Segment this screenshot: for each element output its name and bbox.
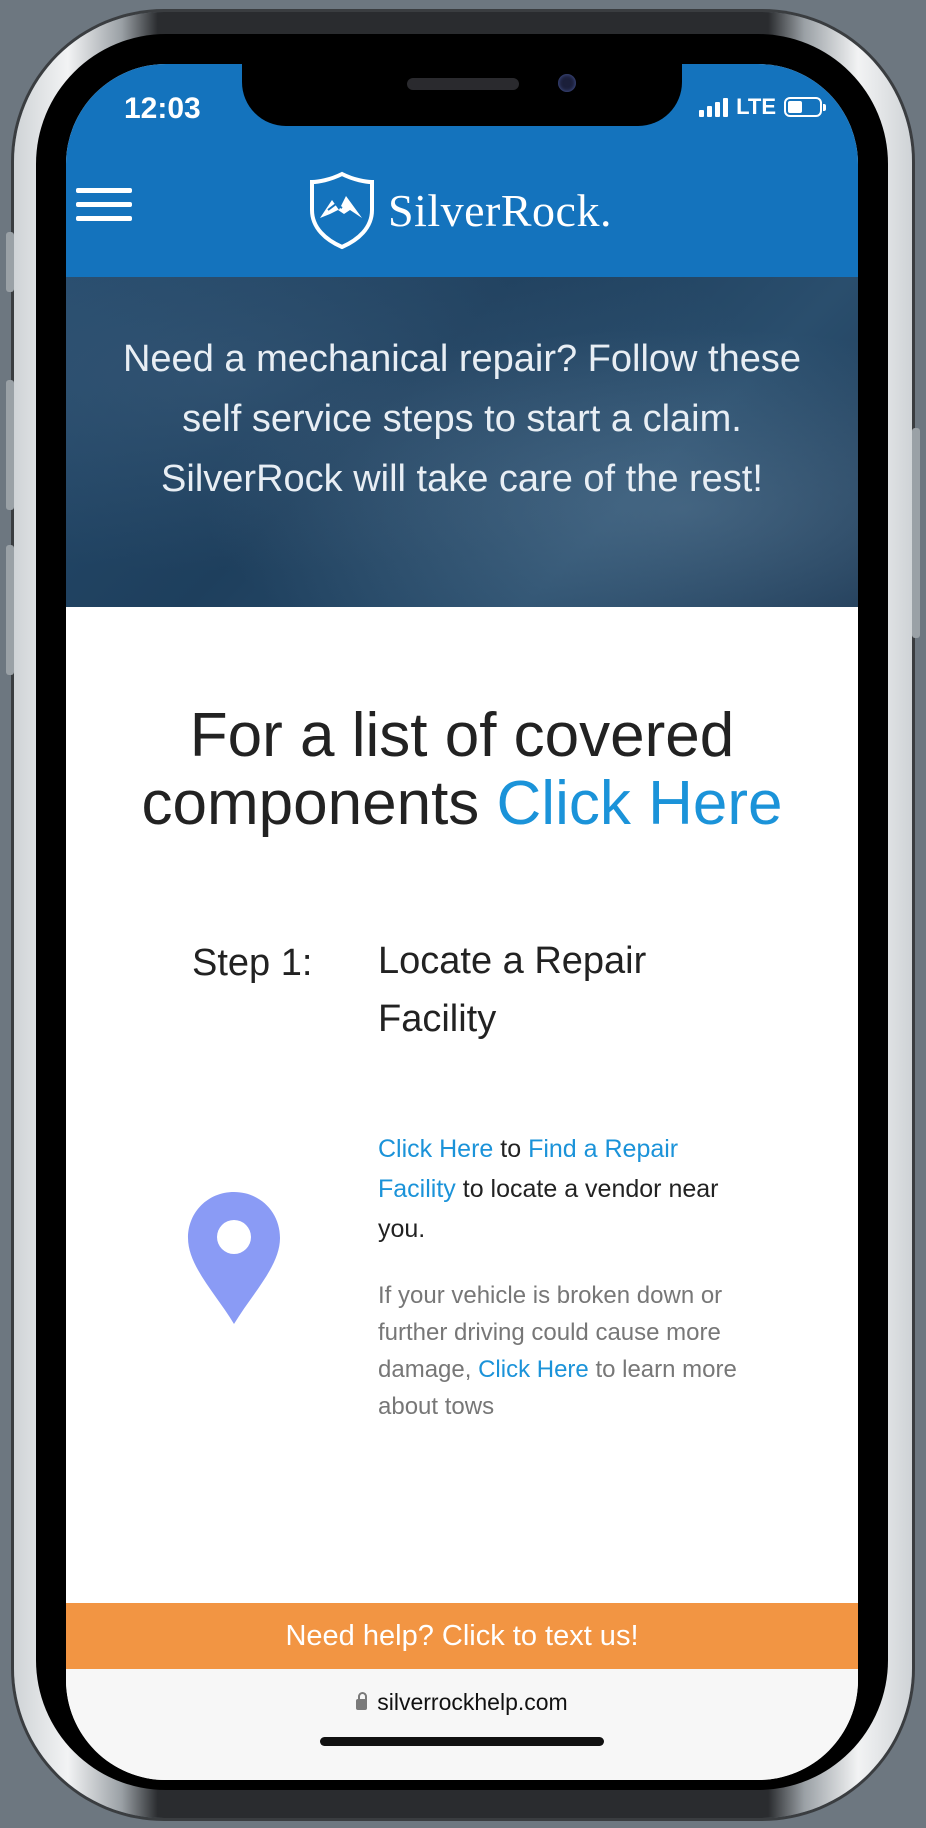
browser-address-bar[interactable]: silverrockhelp.com (66, 1669, 858, 1780)
hero-banner: Need a mechanical repair? Follow these s… (66, 277, 858, 607)
network-label: LTE (736, 94, 776, 119)
main-content: For a list of covered components Click H… (66, 607, 858, 1667)
status-time: 12:03 (124, 92, 201, 125)
tow-note: If your vehicle is broken down or furthe… (378, 1277, 748, 1425)
camera-notch (242, 64, 682, 126)
desc-connector: to (500, 1135, 522, 1163)
battery-icon (784, 97, 826, 117)
covered-components-heading: For a list of covered components Click H… (106, 702, 818, 838)
home-indicator[interactable] (320, 1737, 604, 1746)
hero-text: Need a mechanical repair? Follow these s… (122, 338, 802, 500)
volume-up-button (6, 380, 14, 510)
brand-logo[interactable]: SilverRock. (306, 170, 612, 250)
text-help-button[interactable]: Need help? Click to text us! (66, 1603, 858, 1669)
signal-icon (699, 97, 729, 117)
mute-switch (6, 232, 14, 292)
mountain-shield-icon (310, 171, 374, 250)
step-1-label: Step 1: (192, 942, 313, 984)
speaker-grille (407, 78, 519, 90)
volume-down-button (6, 545, 14, 675)
brand-name: SilverRock. (388, 184, 612, 236)
covered-components-link[interactable]: Click Here (497, 769, 783, 838)
tow-click-here-link[interactable]: Click Here (478, 1356, 589, 1383)
location-pin-icon (188, 1192, 280, 1324)
step-1-description: Click Here to Find a Repair Facility to … (378, 1129, 748, 1249)
lock-icon (356, 1692, 368, 1710)
hamburger-menu-icon[interactable] (76, 188, 132, 232)
url-display[interactable]: silverrockhelp.com (66, 1689, 858, 1716)
url-text: silverrockhelp.com (377, 1689, 568, 1715)
phone-screen: 12:03 LTE SilverRock. Need a mechanical … (66, 64, 858, 1780)
power-button (912, 428, 920, 638)
click-here-link[interactable]: Click Here (378, 1135, 493, 1163)
camera-icon (558, 74, 576, 92)
step-1-title: Locate a Repair Facility (378, 940, 647, 1040)
status-icons: LTE (699, 94, 826, 120)
